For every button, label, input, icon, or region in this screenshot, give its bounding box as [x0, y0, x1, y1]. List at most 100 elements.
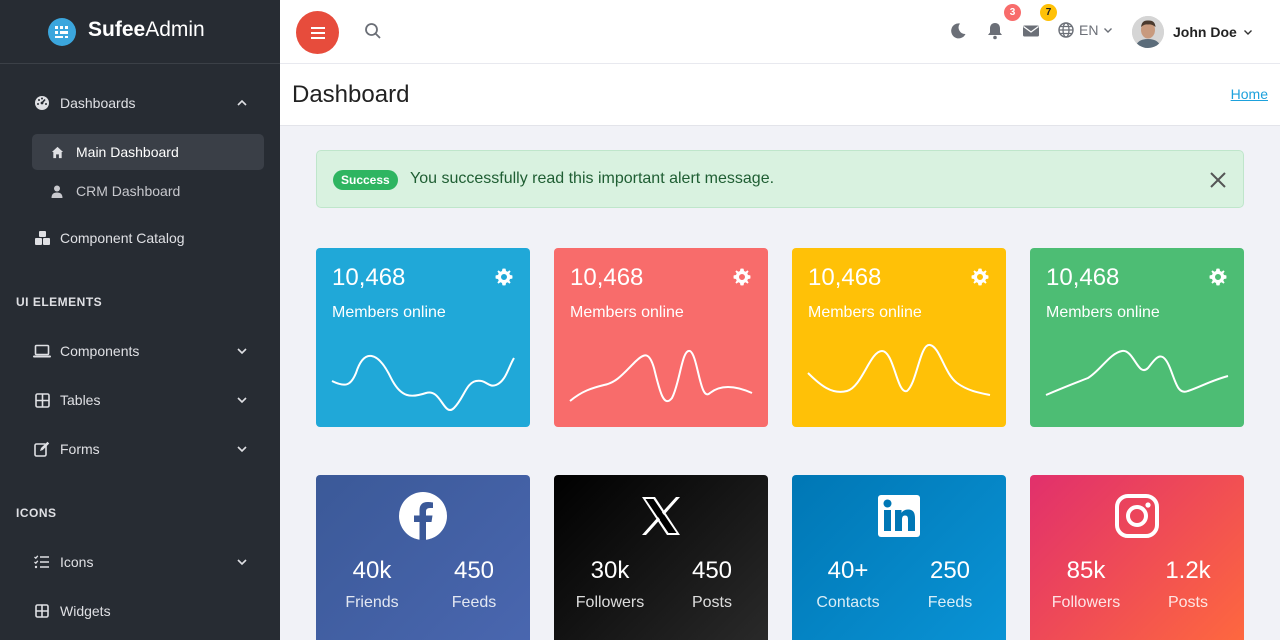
stat-value: 10,468: [1046, 264, 1120, 291]
brand[interactable]: SufeeAdmin: [0, 0, 280, 64]
globe-icon: [1058, 22, 1074, 38]
sidebar-item-main-dashboard[interactable]: Main Dashboard: [32, 134, 264, 170]
notifications-badge: 3: [1004, 4, 1021, 21]
brand-logo-icon: [48, 18, 76, 46]
stat-card: 10,468 Members online: [792, 248, 1006, 427]
sidebar-item-component-catalog[interactable]: Component Catalog: [0, 218, 280, 258]
sidebar-item-label: CRM Dashboard: [76, 183, 181, 199]
gear-icon[interactable]: [495, 268, 513, 286]
widgets-grid-icon: [33, 602, 51, 620]
social-stat-value: 450: [691, 557, 733, 584]
chevron-up-icon: [237, 99, 247, 106]
social-stat-value: 40k: [352, 557, 392, 584]
sidebar-item-label: Component Catalog: [60, 230, 185, 246]
sidebar-item-components[interactable]: Components: [0, 331, 280, 371]
page-title-bar: Dashboard Home: [280, 64, 1280, 126]
sidebar-item-widgets[interactable]: Widgets: [0, 591, 280, 631]
social-stat-value: 1.2k: [1165, 557, 1211, 584]
language-selector[interactable]: EN: [1058, 22, 1113, 38]
social-stat-label: Feeds: [451, 594, 497, 611]
social-stat-label: Friends: [345, 594, 399, 611]
gear-icon[interactable]: [733, 268, 751, 286]
avatar: [1132, 16, 1164, 48]
linkedin-icon: [878, 495, 920, 537]
chevron-down-icon: [1104, 28, 1113, 33]
sparkline: [807, 344, 991, 396]
stat-value: 10,468: [808, 264, 882, 291]
user-name: John Doe: [1173, 24, 1237, 40]
stat-card: 10,468 Members online: [316, 248, 530, 427]
social-stat-value: 250: [929, 557, 971, 584]
stat-value: 10,468: [332, 264, 406, 291]
stat-label: Members online: [808, 304, 922, 321]
social-stat-label: Feeds: [927, 594, 973, 611]
sparkline: [331, 354, 515, 412]
social-stat-value: 450: [453, 557, 495, 584]
social-stat-label: Followers: [575, 594, 645, 611]
sidebar: SufeeAdmin Dashboards Main Dashboard CRM…: [0, 0, 280, 640]
sidebar-item-label: Dashboards: [60, 95, 136, 111]
sidebar-item-tables[interactable]: Tables: [0, 380, 280, 420]
edit-icon: [33, 440, 51, 458]
instagram-icon: [1115, 494, 1159, 538]
sidebar-item-icons[interactable]: Icons: [0, 542, 280, 582]
dashboard-gauge-icon: [33, 94, 51, 112]
section-title-ui-elements: UI ELEMENTS: [16, 295, 103, 309]
sidebar-item-label: Widgets: [60, 603, 111, 619]
stat-card: 10,468 Members online: [554, 248, 768, 427]
close-icon[interactable]: [1207, 169, 1229, 191]
alert-badge: Success: [333, 170, 398, 190]
sidebar-item-label: Components: [60, 343, 140, 359]
chevron-down-icon: [237, 397, 247, 404]
brand-name: SufeeAdmin: [88, 18, 205, 41]
gear-icon[interactable]: [971, 268, 989, 286]
social-stat-label: Posts: [691, 594, 732, 611]
sidebar-item-label: Tables: [60, 392, 101, 408]
social-card-linkedin: 40+ Contacts 250 Feeds: [792, 475, 1006, 640]
facebook-icon: [399, 492, 447, 540]
menu-toggle-button[interactable]: [296, 11, 339, 54]
hamburger-icon: [310, 26, 325, 39]
sidebar-item-forms[interactable]: Forms: [0, 429, 280, 469]
sidebar-item-crm-dashboard[interactable]: CRM Dashboard: [32, 173, 264, 209]
cubes-icon: [33, 229, 51, 247]
list-check-icon: [33, 553, 51, 571]
x-icon: [642, 497, 680, 535]
stat-label: Members online: [332, 304, 446, 321]
moon-icon[interactable]: [949, 22, 967, 40]
chevron-down-icon: [1243, 30, 1252, 35]
stat-value: 10,468: [570, 264, 644, 291]
chevron-down-icon: [237, 559, 247, 566]
chevron-down-icon: [237, 446, 247, 453]
laptop-icon: [33, 342, 51, 360]
social-card-instagram: 85k Followers 1.2k Posts: [1030, 475, 1244, 640]
social-stat-value: 40+: [827, 557, 869, 584]
breadcrumb-home-link[interactable]: Home: [1231, 86, 1268, 102]
language-label: EN: [1079, 22, 1099, 38]
home-icon: [50, 145, 64, 159]
stat-label: Members online: [570, 304, 684, 321]
social-card-x: 30k Followers 450 Posts: [554, 475, 768, 640]
user-icon: [50, 184, 64, 198]
bell-icon[interactable]: [986, 22, 1004, 40]
stat-label: Members online: [1046, 304, 1160, 321]
table-icon: [33, 391, 51, 409]
sparkline: [1045, 350, 1229, 396]
sidebar-item-label: Forms: [60, 441, 100, 457]
envelope-icon[interactable]: [1022, 22, 1040, 40]
social-stat-label: Posts: [1167, 594, 1208, 611]
sidebar-item-label: Icons: [60, 554, 94, 570]
top-header: 3 7 EN John Doe: [280, 0, 1280, 64]
social-stat-label: Followers: [1051, 594, 1121, 611]
social-stat-value: 30k: [590, 557, 630, 584]
search-icon[interactable]: [364, 22, 382, 40]
gear-icon[interactable]: [1209, 268, 1227, 286]
user-menu[interactable]: John Doe: [1132, 16, 1253, 48]
success-alert: Success You successfully read this impor…: [316, 150, 1244, 208]
social-card-facebook: 40k Friends 450 Feeds: [316, 475, 530, 640]
page-title: Dashboard: [292, 81, 410, 108]
sidebar-item-label: Main Dashboard: [76, 144, 179, 160]
sparkline: [569, 350, 753, 403]
sidebar-item-dashboards[interactable]: Dashboards: [0, 83, 280, 123]
messages-badge: 7: [1040, 4, 1057, 21]
